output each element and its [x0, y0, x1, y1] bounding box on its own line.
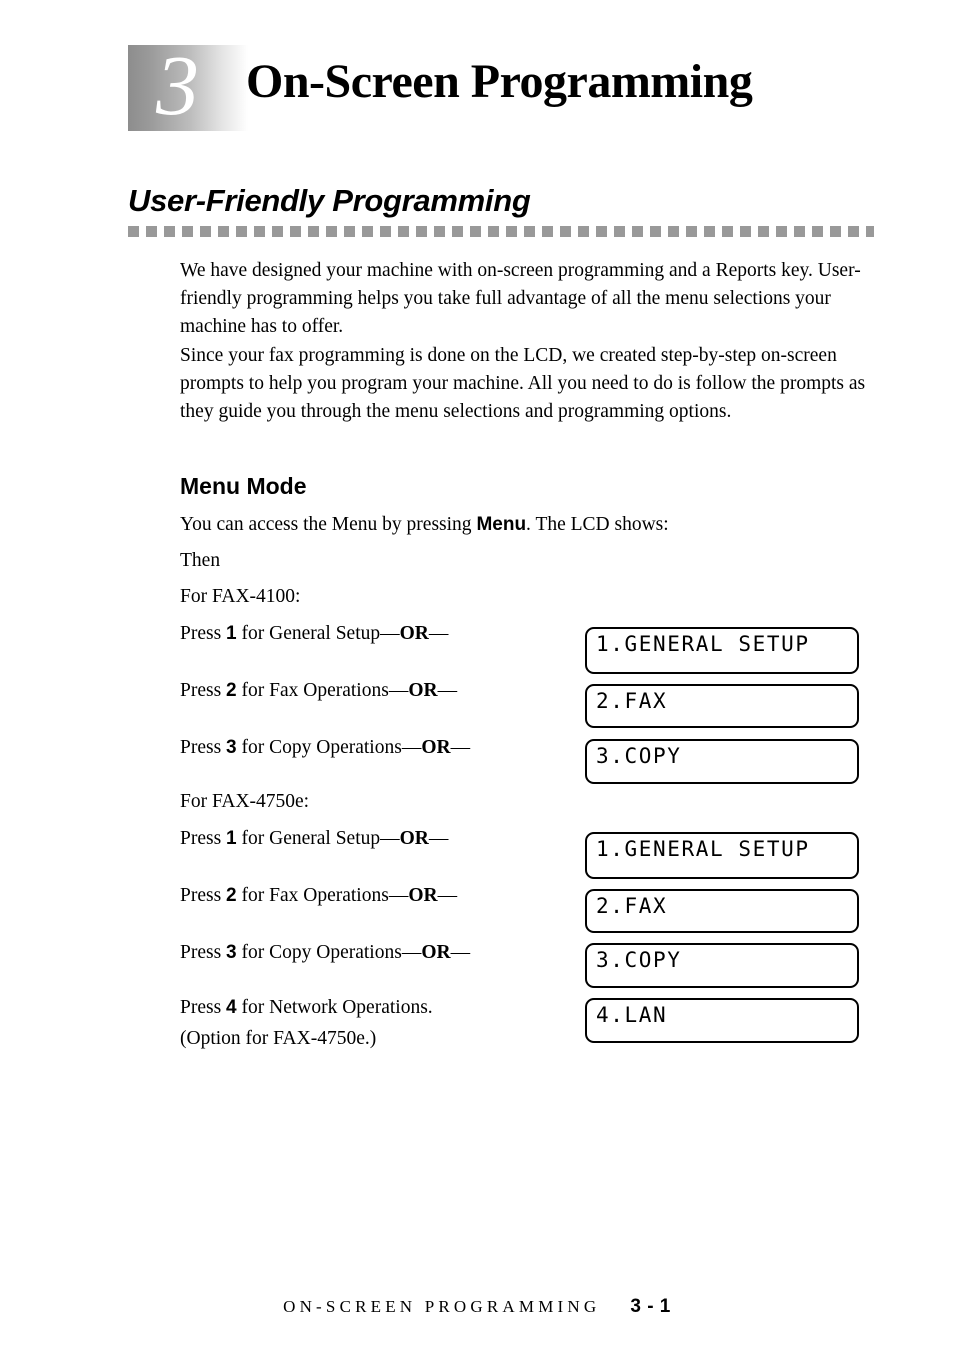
- step-or-label: OR: [408, 885, 438, 906]
- step-or-label: OR: [408, 680, 438, 701]
- page-title: On-Screen Programming: [246, 55, 753, 108]
- menu-mode-heading: Menu Mode: [180, 473, 307, 499]
- step-key-number: 3: [226, 942, 237, 963]
- step-fax4100-1: Press 1 for General Setup—OR—: [180, 621, 448, 647]
- step-dash-before: —: [380, 828, 400, 849]
- section-heading: User-Friendly Programming: [128, 183, 531, 218]
- then-label: Then: [180, 550, 221, 571]
- step-description: for General Setup: [236, 623, 381, 644]
- step-key-number: 1: [226, 623, 237, 644]
- step-or-label: OR: [399, 828, 429, 849]
- lcd-text: 2.FAX: [596, 689, 668, 713]
- step-key-number: 1: [226, 828, 237, 849]
- footer-chapter-title: ON-SCREEN PROGRAMMING: [283, 1297, 601, 1316]
- step-press-word: Press: [180, 942, 227, 963]
- step-press-word: Press: [180, 885, 227, 906]
- step-key-number: 3: [226, 737, 237, 758]
- step-dash-after: —: [450, 942, 471, 963]
- lcd-screen-general-setup-4750e: 1.GENERAL SETUP: [585, 832, 859, 879]
- step-fax4750e-4: Press 4 for Network Operations.: [180, 995, 433, 1021]
- footer-inner: ON-SCREEN PROGRAMMING 3 - 1: [283, 1296, 671, 1318]
- step-dash-after: —: [437, 885, 458, 906]
- step-key-number: 4: [226, 997, 237, 1018]
- chapter-number-gradient-box: 3: [128, 39, 248, 131]
- step-press-word: Press: [180, 623, 227, 644]
- lcd-screen-copy-4100: 3.COPY: [585, 739, 859, 784]
- step-dash-before: —: [388, 885, 409, 906]
- step-fax4750e-3: Press 3 for Copy Operations—OR—: [180, 940, 470, 966]
- step-fax4100-3: Press 3 for Copy Operations—OR—: [180, 735, 470, 761]
- step-dash-before: —: [380, 623, 400, 644]
- footer-page-number: 3 - 1: [630, 1296, 671, 1317]
- step-fax4100-2: Press 2 for Fax Operations—OR—: [180, 678, 457, 704]
- lcd-screen-fax-4750e: 2.FAX: [585, 889, 859, 933]
- step-press-word: Press: [180, 997, 227, 1018]
- step-description: for Copy Operations: [236, 942, 402, 963]
- lcd-text: 1.GENERAL SETUP: [596, 837, 810, 861]
- step-fax4750e-2: Press 2 for Fax Operations—OR—: [180, 883, 457, 909]
- chapter-header: 3 On-Screen Programming: [128, 39, 873, 131]
- step-description: for Fax Operations: [236, 885, 389, 906]
- chapter-number: 3: [156, 37, 199, 133]
- menu-key-label: Menu: [476, 514, 527, 535]
- step-description: for Network Operations.: [236, 997, 433, 1018]
- intro-paragraph-2: Since your fax programming is done on th…: [180, 345, 866, 422]
- step-press-word: Press: [180, 828, 227, 849]
- step-or-label: OR: [421, 737, 451, 758]
- dashed-divider: [128, 226, 874, 237]
- menu-access-instruction: You can access the Menu by pressing Menu…: [180, 512, 669, 538]
- lcd-screen-copy-4750e: 3.COPY: [585, 943, 859, 988]
- step-dash-after: —: [428, 828, 449, 849]
- step-fax4750e-1: Press 1 for General Setup—OR—: [180, 826, 448, 852]
- step-dash-after: —: [428, 623, 449, 644]
- lcd-screen-general-setup-4100: 1.GENERAL SETUP: [585, 627, 859, 674]
- menu-access-suffix: . The LCD shows:: [526, 514, 669, 535]
- step-dash-after: —: [450, 737, 471, 758]
- page-footer: ON-SCREEN PROGRAMMING 3 - 1: [0, 1296, 954, 1318]
- menu-access-prefix: You can access the Menu by pressing: [180, 514, 477, 535]
- model-label-fax-4750e: For FAX-4750e:: [180, 791, 310, 812]
- step-dash-before: —: [401, 737, 422, 758]
- step-dash-after: —: [437, 680, 458, 701]
- fax4750e-option-note: (Option for FAX-4750e.): [180, 1028, 377, 1049]
- step-description: for Copy Operations: [236, 737, 402, 758]
- lcd-text: 2.FAX: [596, 894, 668, 918]
- lcd-text: 1.GENERAL SETUP: [596, 632, 810, 656]
- step-or-label: OR: [421, 942, 451, 963]
- lcd-text: 3.COPY: [596, 744, 682, 768]
- model-label-fax-4100: For FAX-4100:: [180, 586, 301, 607]
- lcd-text: 3.COPY: [596, 948, 682, 972]
- step-dash-before: —: [401, 942, 422, 963]
- step-press-word: Press: [180, 680, 227, 701]
- lcd-text: 4.LAN: [596, 1003, 668, 1027]
- step-or-label: OR: [399, 623, 429, 644]
- lcd-screen-fax-4100: 2.FAX: [585, 684, 859, 728]
- step-press-word: Press: [180, 737, 227, 758]
- intro-paragraph-1: We have designed your machine with on-sc…: [180, 260, 861, 337]
- step-key-number: 2: [226, 885, 237, 906]
- step-description: for General Setup: [236, 828, 381, 849]
- step-description: for Fax Operations: [236, 680, 389, 701]
- lcd-screen-lan-4750e: 4.LAN: [585, 998, 859, 1043]
- step-key-number: 2: [226, 680, 237, 701]
- step-dash-before: —: [388, 680, 409, 701]
